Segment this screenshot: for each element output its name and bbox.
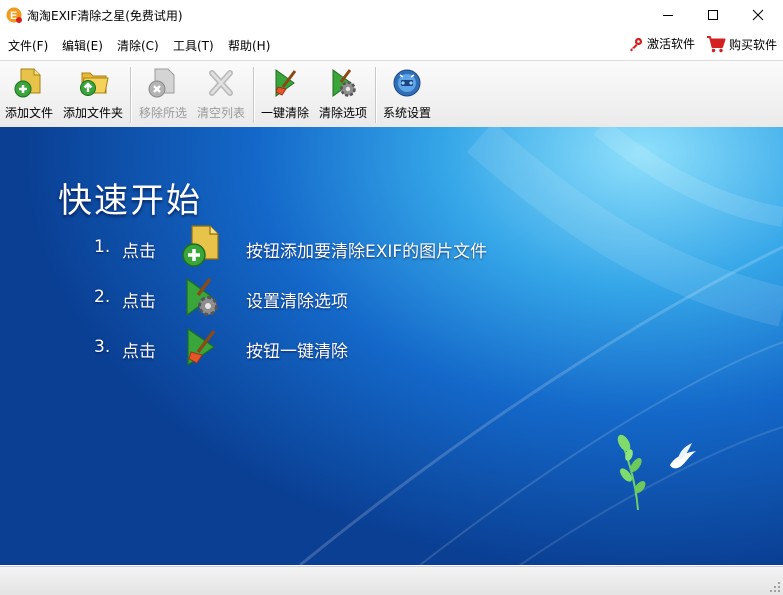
- menu-edit[interactable]: 编辑(E): [62, 37, 103, 54]
- activate-label: 激活软件: [647, 37, 696, 51]
- close-button[interactable]: [735, 0, 780, 30]
- menu-clean[interactable]: 清除(C): [117, 37, 159, 54]
- add-file-icon: [14, 68, 41, 98]
- add-folder-icon: [80, 72, 109, 96]
- activate-software-link[interactable]: 激活软件: [628, 35, 695, 52]
- clean-options-button[interactable]: 清除选项: [317, 67, 369, 123]
- shopping-cart-icon: [707, 36, 726, 53]
- add-file-button[interactable]: 添加文件: [3, 67, 55, 123]
- app-logo-icon: E: [6, 7, 22, 23]
- step-2-number: 2.: [94, 287, 111, 307]
- clear-list-button[interactable]: 清空列表: [195, 67, 247, 123]
- status-bar: [0, 566, 783, 595]
- broom-play-icon: [187, 327, 216, 367]
- remove-selected-label: 移除所选: [138, 106, 187, 120]
- toolbar-separator: [130, 67, 132, 123]
- step-1-text: 按钮添加要清除EXIF的图片文件: [246, 242, 488, 262]
- step-3-text: 按钮一键清除: [246, 342, 348, 362]
- broom-play-icon: [275, 69, 297, 97]
- plant-and-dove-decoration: [617, 434, 696, 511]
- step-1-click-label: 点击: [122, 242, 156, 262]
- minimize-button[interactable]: [645, 0, 690, 30]
- buy-label: 购买软件: [729, 37, 778, 52]
- buy-software-link[interactable]: 购买软件: [706, 35, 777, 53]
- add-file-label: 添加文件: [4, 106, 53, 120]
- step-3-click-label: 点击: [122, 342, 156, 362]
- one-click-clean-button[interactable]: 一键清除: [259, 67, 311, 123]
- clear-list-label: 清空列表: [196, 106, 245, 120]
- step-2-click-label: 点击: [122, 292, 156, 312]
- remove-selected-icon: [148, 68, 175, 98]
- add-folder-label: 添加文件夹: [62, 106, 123, 120]
- toolbar-separator: [375, 67, 377, 123]
- step-2-text: 设置清除选项: [246, 292, 348, 312]
- menu-tools[interactable]: 工具(T): [173, 37, 214, 54]
- clean-options-label: 清除选项: [318, 106, 367, 120]
- key-icon: [630, 37, 643, 51]
- clean-options-icon: [332, 69, 356, 97]
- toolbar-separator: [253, 67, 255, 123]
- quick-start-title: 快速开始: [58, 181, 202, 221]
- menu-bar: 文件(F) 编辑(E) 清除(C) 工具(T) 帮助(H) 激活软件 购买软件: [0, 32, 783, 56]
- system-settings-label: 系统设置: [382, 106, 431, 120]
- menu-file[interactable]: 文件(F): [8, 37, 48, 54]
- toolbar: 添加文件 添加文件夹 移除所选 清空列表 一键清除 清除选项 系统设置: [0, 60, 783, 128]
- clear-list-icon: [209, 70, 233, 96]
- one-click-clean-label: 一键清除: [260, 106, 309, 120]
- add-folder-button[interactable]: 添加文件夹: [61, 67, 125, 123]
- close-icon: [752, 9, 763, 21]
- step-3-number: 3.: [94, 337, 111, 357]
- system-settings-button[interactable]: 系统设置: [381, 67, 433, 123]
- quick-start-panel: 快速开始 1. 点击 按钮添加要清除EXIF的图片文件 2. 点击 设置清除选项…: [0, 127, 783, 565]
- maximize-button[interactable]: [690, 0, 735, 30]
- resize-grip-icon[interactable]: [769, 581, 781, 593]
- window-title: 淘淘EXIF清除之星(免费试用): [27, 9, 183, 23]
- maximize-icon: [707, 10, 718, 20]
- add-file-icon: [182, 225, 219, 267]
- menu-help[interactable]: 帮助(H): [228, 37, 270, 54]
- minimize-icon: [662, 15, 673, 16]
- title-bar: E 淘淘EXIF清除之星(免费试用): [0, 0, 783, 30]
- step-1-number: 1.: [94, 237, 111, 257]
- remove-selected-button[interactable]: 移除所选: [137, 67, 189, 123]
- clean-options-icon: [186, 277, 218, 317]
- settings-icon: [393, 69, 421, 97]
